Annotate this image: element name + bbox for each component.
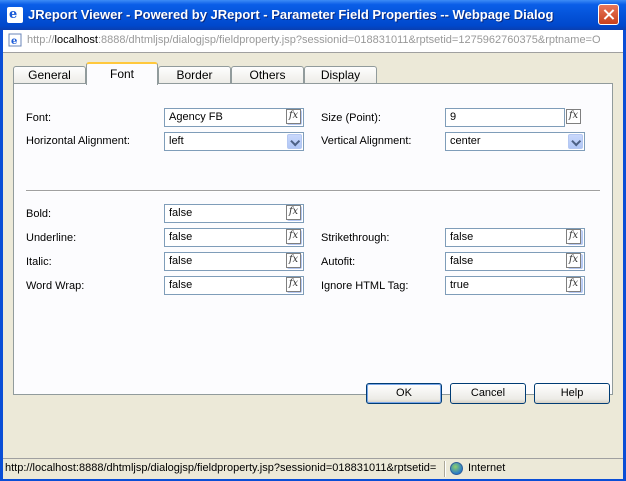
strikethrough-fx-button[interactable]: fx xyxy=(566,229,581,244)
page-icon: e xyxy=(8,33,22,47)
font-select[interactable]: Agency FB xyxy=(164,108,304,127)
autofit-value: false xyxy=(450,255,474,267)
halign-select[interactable]: left xyxy=(164,132,304,151)
font-value: Agency FB xyxy=(169,111,223,123)
valign-value: center xyxy=(450,135,481,147)
wordwrap-select[interactable]: false xyxy=(164,276,304,295)
wordwrap-value: false xyxy=(169,279,193,291)
tab-others[interactable]: Others xyxy=(231,66,304,84)
strikethrough-value: false xyxy=(450,231,474,243)
address-host: localhost xyxy=(54,34,98,46)
address-url: http://localhost:8888/dhtmljsp/dialogjsp… xyxy=(27,34,601,46)
size-input[interactable]: 9 xyxy=(445,108,565,127)
address-prefix: http:// xyxy=(27,34,55,46)
font-tab-panel: Font: Agency FB fx Size (Point): 9 fx Ho… xyxy=(13,83,613,395)
wordwrap-label: Word Wrap: xyxy=(26,280,85,292)
tab-general[interactable]: General xyxy=(13,66,86,84)
ok-button[interactable]: OK xyxy=(366,383,442,404)
strikethrough-select[interactable]: false xyxy=(445,228,585,247)
bold-fx-button[interactable]: fx xyxy=(286,205,301,220)
tab-border[interactable]: Border xyxy=(158,66,231,84)
ignorehtml-label: Ignore HTML Tag: xyxy=(321,280,409,292)
address-rest: :8888/dhtmljsp/dialogjsp/fieldproperty.j… xyxy=(97,34,601,46)
strikethrough-label: Strikethrough: xyxy=(321,232,390,244)
bold-select[interactable]: false xyxy=(164,204,304,223)
ie-icon: e xyxy=(7,7,23,23)
ignorehtml-value: true xyxy=(450,279,469,291)
status-divider xyxy=(444,461,446,477)
italic-fx-button[interactable]: fx xyxy=(286,253,301,268)
ignorehtml-fx-button[interactable]: fx xyxy=(566,277,581,292)
valign-select[interactable]: center xyxy=(445,132,585,151)
halign-label: Horizontal Alignment: xyxy=(26,135,130,147)
italic-select[interactable]: false xyxy=(164,252,304,271)
autofit-label: Autofit: xyxy=(321,256,356,268)
underline-fx-button[interactable]: fx xyxy=(286,229,301,244)
italic-value: false xyxy=(169,255,193,267)
underline-label: Underline: xyxy=(26,232,77,244)
status-bar: http://localhost:8888/dhtmljsp/dialogjsp… xyxy=(3,458,623,479)
help-button[interactable]: Help xyxy=(534,383,610,404)
autofit-select[interactable]: false xyxy=(445,252,585,271)
globe-icon xyxy=(450,462,463,475)
status-url: http://localhost:8888/dhtmljsp/dialogjsp… xyxy=(5,462,437,474)
chevron-down-icon[interactable] xyxy=(568,134,583,149)
section-divider xyxy=(26,190,600,192)
dialog-window: e JReport Viewer - Powered by JReport - … xyxy=(0,0,626,481)
font-label: Font: xyxy=(26,112,52,124)
bold-label: Bold: xyxy=(26,208,52,220)
italic-label: Italic: xyxy=(26,256,52,268)
close-icon[interactable] xyxy=(598,4,619,25)
bold-value: false xyxy=(169,207,193,219)
cancel-button[interactable]: Cancel xyxy=(450,383,526,404)
tab-display[interactable]: Display xyxy=(304,66,377,84)
chevron-down-icon[interactable] xyxy=(287,134,302,149)
size-fx-button[interactable]: fx xyxy=(566,109,581,124)
underline-select[interactable]: false xyxy=(164,228,304,247)
dialog-client: e http://localhost:8888/dhtmljsp/dialogj… xyxy=(3,30,623,479)
wordwrap-fx-button[interactable]: fx xyxy=(286,277,301,292)
valign-label: Vertical Alignment: xyxy=(321,135,412,147)
ignorehtml-select[interactable]: true xyxy=(445,276,585,295)
tab-font[interactable]: Font xyxy=(86,62,158,85)
underline-value: false xyxy=(169,231,193,243)
title-bar[interactable]: e JReport Viewer - Powered by JReport - … xyxy=(0,0,626,30)
zone-label: Internet xyxy=(468,462,506,474)
font-fx-button[interactable]: fx xyxy=(286,109,301,124)
window-title: JReport Viewer - Powered by JReport - Pa… xyxy=(28,7,554,22)
address-bar: e http://localhost:8888/dhtmljsp/dialogj… xyxy=(3,30,623,53)
size-label: Size (Point): xyxy=(321,112,381,124)
size-value: 9 xyxy=(450,111,457,123)
halign-value: left xyxy=(169,135,184,147)
autofit-fx-button[interactable]: fx xyxy=(566,253,581,268)
svg-text:e: e xyxy=(11,36,17,47)
